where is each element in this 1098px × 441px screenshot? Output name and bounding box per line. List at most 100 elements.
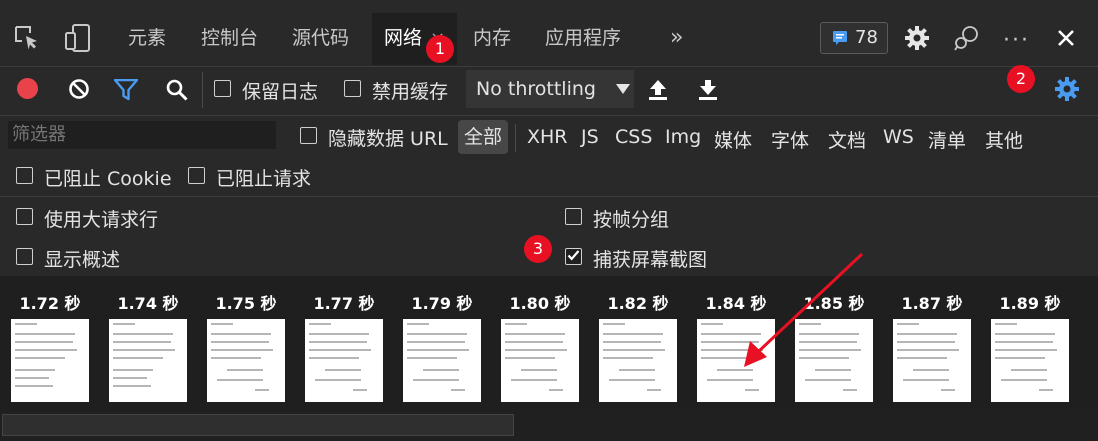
- thumbnail-line: [309, 341, 367, 343]
- thumbnail-line: [407, 357, 457, 359]
- thumbnail-line: [309, 357, 359, 359]
- filter-type-manifest[interactable]: 清单: [928, 126, 966, 153]
- thumbnail-line: [995, 341, 1053, 343]
- thumbnail-line: [407, 341, 465, 343]
- throttling-select[interactable]: No throttling: [466, 70, 634, 108]
- thumbnail-line: [619, 369, 655, 371]
- thumbnail-line: [423, 369, 459, 371]
- clear-icon[interactable]: [68, 78, 90, 100]
- thumbnail-line: [903, 379, 949, 381]
- network-settings-gear-icon[interactable]: [1054, 76, 1080, 102]
- filter-type-css[interactable]: CSS: [615, 126, 652, 148]
- thumbnail-line: [407, 349, 469, 351]
- thumbnail-line: [897, 341, 955, 343]
- filmstrip-screenshot[interactable]: [403, 319, 481, 402]
- filter-type-xhr[interactable]: XHR: [527, 126, 568, 148]
- thumbnail-line: [211, 349, 273, 351]
- settings-divider: [0, 196, 1098, 197]
- hide-data-url-checkbox[interactable]: [300, 127, 317, 144]
- filter-type-js[interactable]: JS: [581, 126, 599, 148]
- tab-application[interactable]: 应用程序: [545, 14, 621, 62]
- filmstrip-time: 1.72 秒: [19, 294, 81, 313]
- thumbnail-line: [309, 349, 371, 351]
- filter-input[interactable]: [8, 121, 276, 149]
- thumbnail-line: [603, 323, 625, 325]
- thumbnail-line: [113, 341, 171, 343]
- feedback-icon[interactable]: [953, 24, 981, 52]
- thumbnail-line: [913, 369, 949, 371]
- blocked-requests-label: 已阻止请求: [216, 168, 312, 190]
- thumbnail-line: [505, 341, 563, 343]
- tab-sources[interactable]: 源代码: [292, 14, 349, 62]
- toolbar-divider: [202, 72, 203, 108]
- filter-type-font[interactable]: 字体: [771, 126, 809, 153]
- group-by-frame-checkbox[interactable]: [565, 208, 582, 225]
- filmstrip-screenshot[interactable]: [599, 319, 677, 402]
- capture-screenshots-checkbox[interactable]: [565, 248, 582, 265]
- disable-cache-checkbox[interactable]: [344, 80, 361, 97]
- scrollbar-thumb[interactable]: [2, 414, 514, 436]
- tab-console[interactable]: 控制台: [201, 14, 258, 62]
- annotation-marker-2: 2: [1007, 65, 1035, 93]
- large-rows-checkbox[interactable]: [16, 208, 33, 225]
- blocked-requests-checkbox[interactable]: [188, 167, 205, 184]
- inspect-element-icon[interactable]: [14, 25, 40, 51]
- thumbnail-line: [603, 357, 653, 359]
- filmstrip-screenshot[interactable]: [305, 319, 383, 402]
- thumbnail-line: [227, 369, 263, 371]
- issues-badge[interactable]: 78: [820, 22, 888, 54]
- export-har-icon[interactable]: [698, 78, 718, 100]
- more-options-icon[interactable]: ···: [1003, 28, 1030, 53]
- tab-elements[interactable]: 元素: [128, 14, 166, 62]
- filter-icon[interactable]: [114, 79, 138, 101]
- filter-type-ws[interactable]: WS: [883, 126, 914, 148]
- filmstrip-screenshot[interactable]: [207, 319, 285, 402]
- thumbnail-line: [15, 323, 37, 325]
- filmstrip-screenshot[interactable]: [991, 319, 1069, 402]
- thumbnail-line: [113, 377, 147, 379]
- thumbnail-line: [113, 333, 173, 335]
- record-button[interactable]: [17, 78, 38, 99]
- tab-memory[interactable]: 内存: [473, 14, 511, 62]
- close-devtools-icon[interactable]: [1056, 28, 1076, 48]
- settings-gear-icon[interactable]: [904, 25, 930, 51]
- annotation-marker-3: 3: [524, 235, 552, 263]
- chevron-down-icon: [616, 84, 630, 94]
- more-tabs-button[interactable]: »: [670, 14, 683, 62]
- filter-type-all[interactable]: 全部: [458, 120, 509, 154]
- thumbnail-line: [113, 369, 153, 371]
- search-icon[interactable]: [165, 78, 189, 102]
- thumbnail-line: [325, 369, 361, 371]
- filmstrip-screenshot[interactable]: [501, 319, 579, 402]
- annotation-arrow: [744, 252, 864, 367]
- filmstrip-screenshot[interactable]: [893, 319, 971, 402]
- thumbnail-line: [211, 323, 233, 325]
- thumbnail-line: [521, 369, 557, 371]
- filter-type-other[interactable]: 其他: [985, 126, 1023, 153]
- thumbnail-line: [609, 379, 655, 381]
- preserve-log-checkbox[interactable]: [214, 80, 231, 97]
- thumbnail-line: [217, 379, 263, 381]
- thumbnail-line: [315, 379, 361, 381]
- filter-type-doc[interactable]: 文档: [828, 126, 866, 153]
- thumbnail-line: [353, 389, 367, 391]
- thumbnail-line: [505, 323, 527, 325]
- thumbnail-line: [407, 323, 429, 325]
- import-har-icon[interactable]: [648, 78, 668, 100]
- show-overview-checkbox[interactable]: [16, 248, 33, 265]
- group-by-frame-label: 按帧分组: [593, 209, 670, 231]
- filter-type-media[interactable]: 媒体: [714, 126, 752, 153]
- blocked-cookies-checkbox[interactable]: [16, 167, 33, 184]
- device-toolbar-icon[interactable]: [64, 23, 92, 53]
- large-rows-label: 使用大请求行: [44, 209, 159, 231]
- throttling-value: No throttling: [476, 78, 596, 100]
- filmstrip-screenshot[interactable]: [109, 319, 187, 402]
- filmstrip-screenshot[interactable]: [11, 319, 89, 402]
- thumbnail-line: [407, 333, 467, 335]
- thumbnail-line: [413, 379, 459, 381]
- thumbnail-line: [113, 357, 163, 359]
- thumbnail-line: [745, 389, 759, 391]
- thumbnail-line: [701, 323, 723, 325]
- filter-type-img[interactable]: Img: [665, 126, 701, 148]
- thumbnail-line: [505, 349, 567, 351]
